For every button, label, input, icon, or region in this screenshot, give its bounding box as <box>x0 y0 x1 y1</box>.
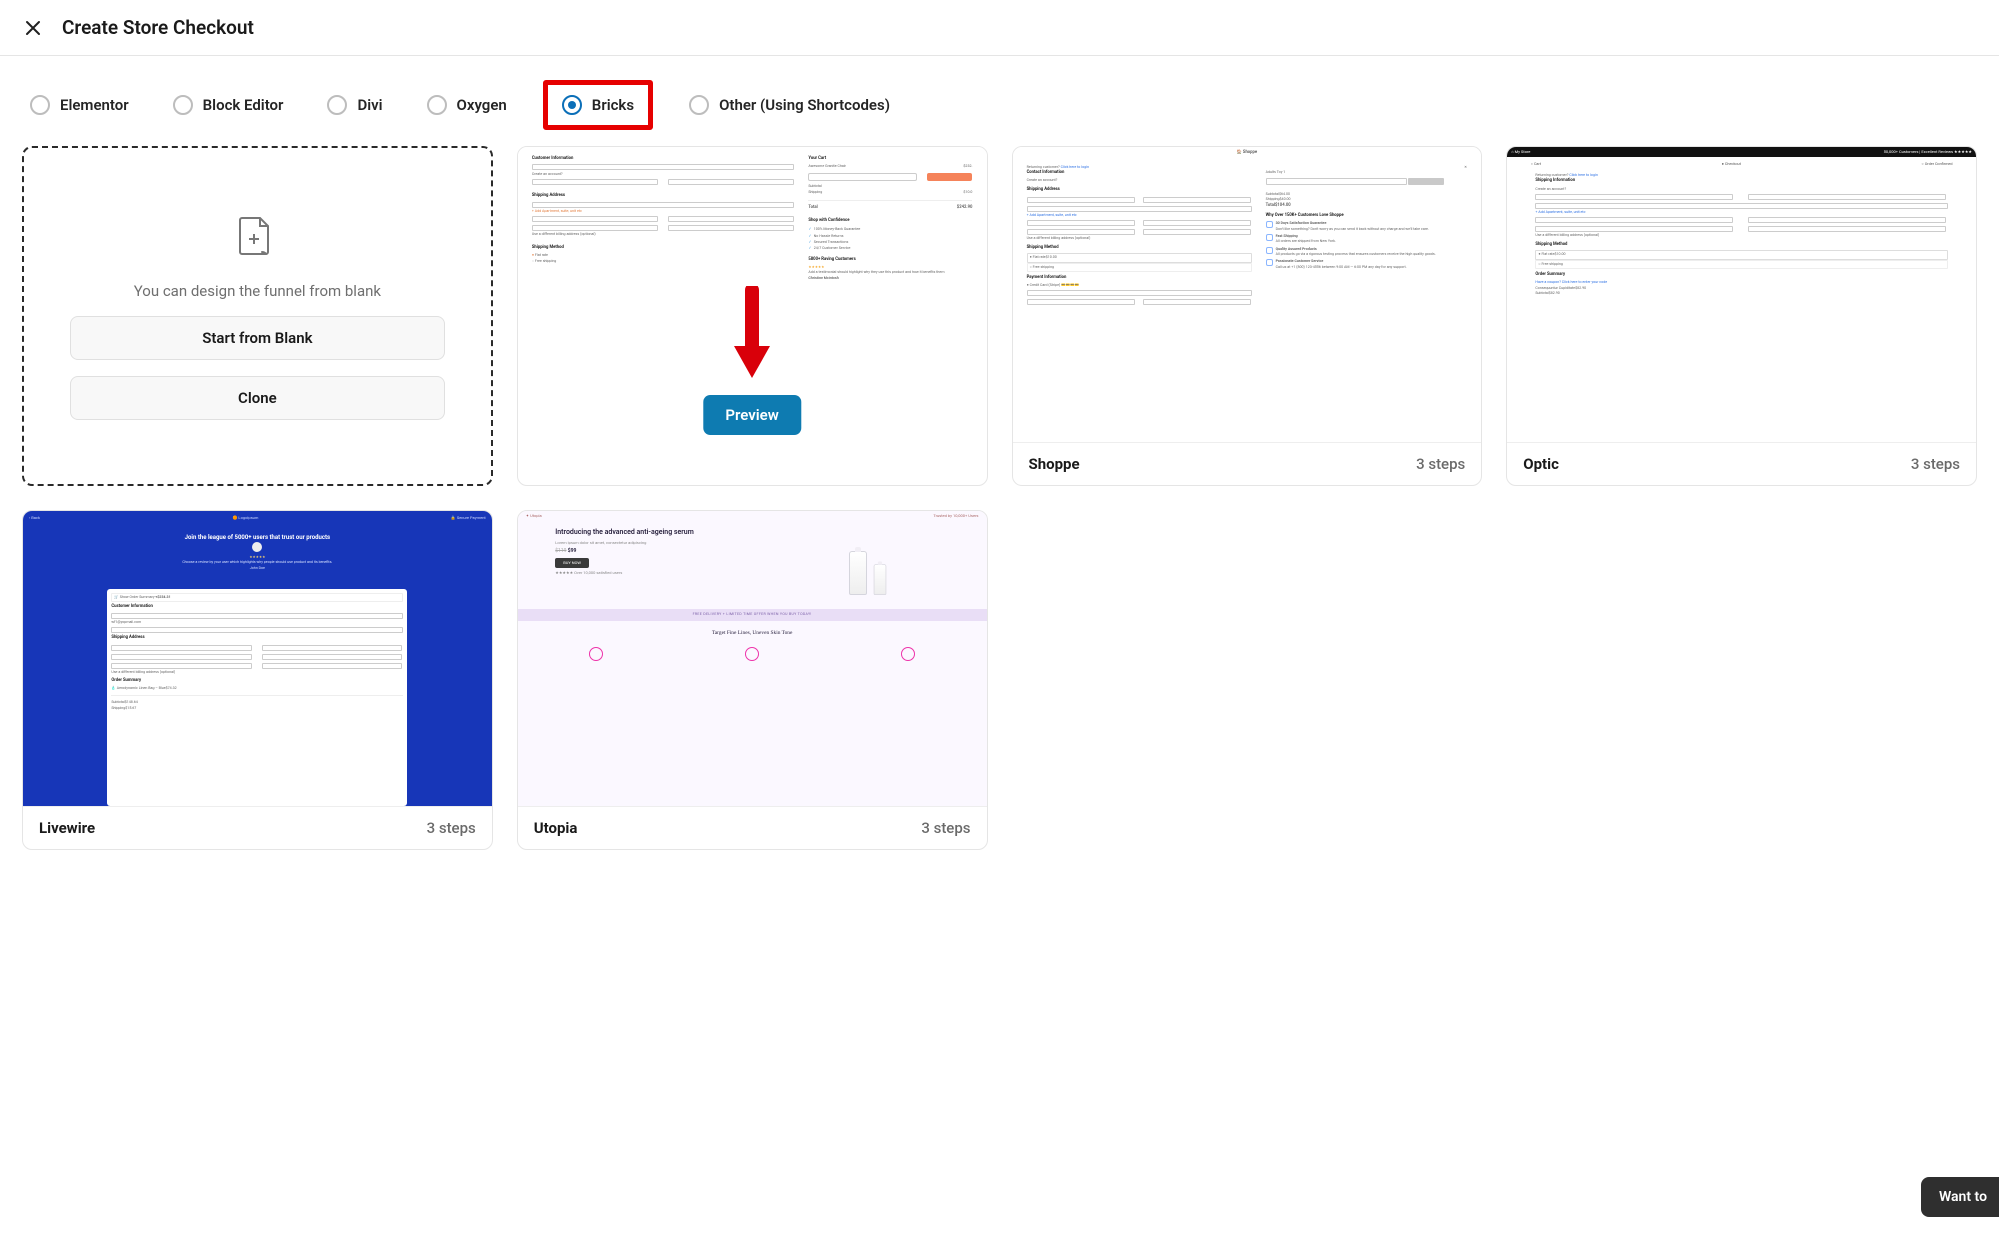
close-icon[interactable] <box>22 17 44 39</box>
tab-label: Oxygen <box>457 96 507 114</box>
tab-label: Block Editor <box>203 96 284 114</box>
radio-icon <box>327 95 347 115</box>
template-steps: 3 steps <box>1416 455 1465 473</box>
preview-button[interactable]: Preview <box>703 395 800 435</box>
blank-hint: You can design the funnel from blank <box>134 282 381 300</box>
template-steps: 3 steps <box>427 819 476 837</box>
annotation-arrow-icon <box>730 286 774 386</box>
builder-tabs: Elementor Block Editor Divi Oxygen Brick… <box>0 56 1999 146</box>
tab-bricks[interactable]: Bricks <box>543 80 653 130</box>
tab-label: Elementor <box>60 96 129 114</box>
mock-utopia: ✦ UtopiaTrusted by 10,000+ Users Introdu… <box>518 511 987 806</box>
new-file-icon <box>230 212 284 266</box>
template-steps: 3 steps <box>1911 455 1960 473</box>
tab-oxygen[interactable]: Oxygen <box>419 89 515 121</box>
template-name: Optic <box>1523 455 1559 473</box>
template-thumbnail: Customer Information Create an account? … <box>518 147 987 449</box>
radio-icon <box>173 95 193 115</box>
template-card-optic[interactable]: ⌂ My Store50,000+ Customers | Excellent … <box>1506 146 1977 486</box>
tab-divi[interactable]: Divi <box>319 89 390 121</box>
tab-block-editor[interactable]: Block Editor <box>165 89 292 121</box>
tab-label: Bricks <box>592 96 634 114</box>
tab-label: Divi <box>357 96 382 114</box>
template-thumbnail: ✦ UtopiaTrusted by 10,000+ Users Introdu… <box>518 511 987 806</box>
start-from-blank-button[interactable]: Start from Blank <box>70 316 446 360</box>
tab-elementor[interactable]: Elementor <box>22 89 137 121</box>
template-card-minimalist[interactable]: Customer Information Create an account? … <box>517 146 988 486</box>
page-title: Create Store Checkout <box>62 16 254 39</box>
modal-header: Create Store Checkout <box>0 0 1999 56</box>
template-thumbnail: 🏠 Shoppe Returning customer? Click here … <box>1013 147 1482 442</box>
radio-icon <box>427 95 447 115</box>
template-name: Shoppe <box>1029 455 1080 473</box>
radio-icon <box>689 95 709 115</box>
tab-other-shortcodes[interactable]: Other (Using Shortcodes) <box>681 89 898 121</box>
template-name: Livewire <box>39 819 95 837</box>
template-name: Utopia <box>534 819 578 837</box>
template-card-livewire[interactable]: ‹ Back🟠 Logoipsum🔒 Secure Payment Join t… <box>22 510 493 850</box>
clone-button[interactable]: Clone <box>70 376 446 420</box>
template-card-utopia[interactable]: ✦ UtopiaTrusted by 10,000+ Users Introdu… <box>517 510 988 850</box>
mock-optic: ⌂ My Store50,000+ Customers | Excellent … <box>1507 147 1976 442</box>
radio-icon <box>562 95 582 115</box>
radio-icon <box>30 95 50 115</box>
mock-shoppe: 🏠 Shoppe Returning customer? Click here … <box>1013 147 1482 442</box>
template-steps: 3 steps <box>921 819 970 837</box>
template-thumbnail: ‹ Back🟠 Logoipsum🔒 Secure Payment Join t… <box>23 511 492 806</box>
blank-template-card: You can design the funnel from blank Sta… <box>22 146 493 486</box>
tab-label: Other (Using Shortcodes) <box>719 96 890 114</box>
template-card-shoppe[interactable]: 🏠 Shoppe Returning customer? Click here … <box>1012 146 1483 486</box>
template-grid: You can design the funnel from blank Sta… <box>0 146 1999 890</box>
help-chip[interactable]: Want to <box>1921 1177 1999 1217</box>
mock-livewire: ‹ Back🟠 Logoipsum🔒 Secure Payment Join t… <box>23 511 492 806</box>
template-thumbnail: ⌂ My Store50,000+ Customers | Excellent … <box>1507 147 1976 442</box>
